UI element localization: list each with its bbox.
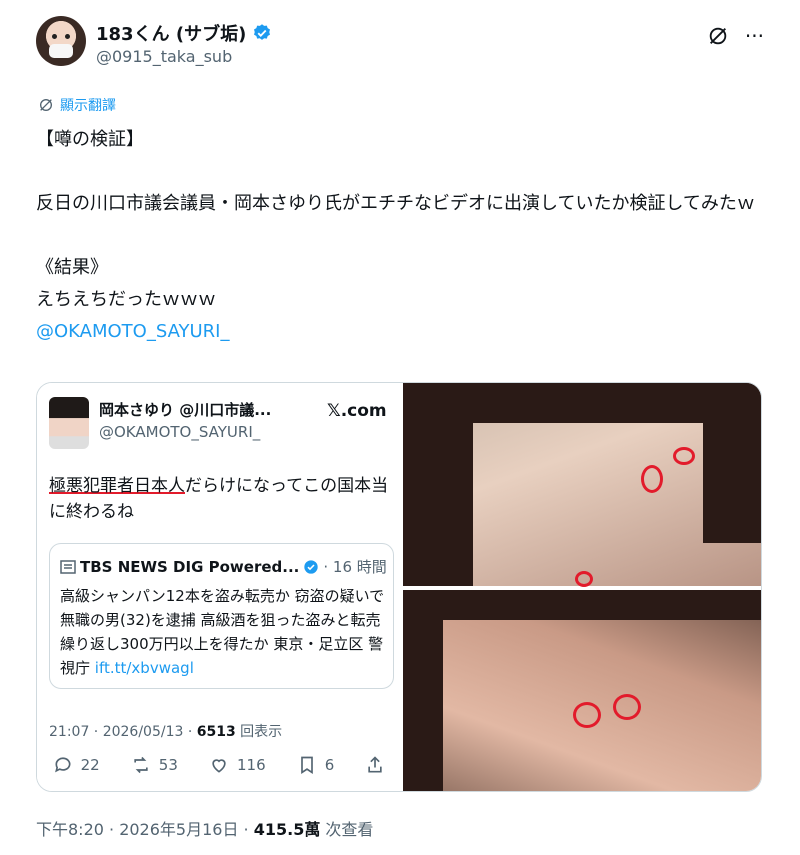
avatar-eye: [52, 34, 57, 39]
red-circle-mark: [613, 694, 641, 720]
nested-quote-card: TBS NEWS DIG Powered... · 16 時間 高級シャンパン1…: [49, 543, 394, 689]
photo-hair: [403, 383, 473, 586]
header-actions: ···: [707, 24, 764, 48]
reply-count: 22: [80, 756, 100, 774]
nested-link: ift.tt/xbvwagl: [94, 659, 194, 677]
repost-icon: [134, 756, 148, 774]
quote-actions: 22 53 116 6: [37, 755, 401, 775]
quote-meta: 21:07 · 2026/05/13 · 6513 回表示: [49, 721, 282, 741]
translate-link[interactable]: 顯示翻譯: [38, 95, 116, 115]
tweet-line: 《結果》: [36, 257, 108, 278]
tweet-line: えちえちだったｗｗｗ: [36, 289, 216, 310]
translate-icon: [40, 99, 52, 111]
post-timestamp[interactable]: 下午8:20 · 2026年5月16日 ·: [36, 820, 254, 839]
quote-display-name: 岡本さゆり @川口市議...: [99, 401, 272, 419]
quote-source: 𝕏.com: [327, 401, 387, 421]
quote-like: 116: [209, 755, 266, 775]
grok-icon[interactable]: [707, 25, 729, 47]
photo-hair: [403, 590, 761, 620]
repost-count: 53: [158, 756, 178, 774]
like-count: 116: [237, 756, 266, 774]
mention-link[interactable]: @OKAMOTO_SAYURI_: [36, 321, 230, 342]
nested-name: TBS NEWS DIG Powered...: [80, 557, 300, 576]
bookmark-icon: [300, 756, 313, 775]
avatar-mask: [49, 44, 73, 58]
quote-text: 極悪犯罪者日本人だらけになってこの国本当に終わるね: [49, 473, 394, 525]
quote-bookmark: 6: [297, 755, 335, 775]
verified-badge-icon: [254, 24, 271, 40]
quote-avatar: [49, 397, 89, 449]
tweet-line: 反日の川口市議会議員・岡本さゆり氏がエチチなビデオに出演していたか検証してみたｗ: [36, 193, 755, 214]
name-row: 183くん (サブ垢): [96, 20, 272, 46]
red-circle-mark: [641, 465, 663, 493]
tweet-footer: 下午8:20 · 2026年5月16日 · 415.5萬 次查看: [36, 816, 373, 840]
photo-hair: [703, 383, 761, 543]
quote-share: [365, 755, 385, 775]
reply-icon: [54, 757, 71, 773]
avatar[interactable]: [36, 16, 86, 66]
red-circle-mark: [575, 571, 593, 587]
translate-label: 顯示翻譯: [60, 98, 116, 114]
media-container[interactable]: 岡本さゆり @川口市議... @OKAMOTO_SAYURI_ 𝕏.com 極悪…: [36, 382, 762, 792]
nested-text: 高級シャンパン12本を盗み転売か 窃盗の疑いで無職の男(32)を逮捕 高級酒を狙…: [60, 584, 385, 680]
quoted-tweet-image[interactable]: 岡本さゆり @川口市議... @OKAMOTO_SAYURI_ 𝕏.com 極悪…: [37, 383, 401, 791]
bookmark-count: 6: [324, 756, 335, 774]
tweet-body: 【噂の検証】 反日の川口市議会議員・岡本さゆり氏がエチチなビデオに出演していたか…: [36, 124, 766, 348]
tweet-line: 【噂の検証】: [36, 129, 144, 150]
user-handle[interactable]: @0915_taka_sub: [96, 47, 232, 66]
quote-handle: @OKAMOTO_SAYURI_: [99, 423, 261, 441]
view-count-label: 次查看: [320, 820, 374, 839]
face-photo-bottom[interactable]: [403, 590, 761, 791]
red-circle-mark: [573, 702, 601, 728]
quote-repost: 53: [131, 755, 178, 775]
more-options-icon[interactable]: ···: [745, 24, 764, 48]
red-circle-mark: [673, 447, 695, 465]
quote-meta-time: 21:07 · 2026/05/13 ·: [49, 724, 197, 740]
tweet-header: 183くん (サブ垢) @0915_taka_sub ···: [36, 16, 764, 76]
share-icon: [368, 756, 383, 773]
face-photo-top[interactable]: [403, 383, 761, 587]
avatar-eye: [65, 34, 70, 39]
heart-icon: [212, 759, 226, 773]
quote-text-underlined: 極悪犯罪者日本人: [49, 476, 185, 496]
quote-reply: 22: [53, 755, 100, 775]
photo-hair: [403, 590, 443, 791]
nested-time: · 16 時間: [323, 558, 387, 576]
display-name[interactable]: 183くん (サブ垢): [96, 20, 246, 46]
verified-badge-icon: [304, 559, 319, 574]
quote-meta-views-label: 回表示: [235, 724, 283, 740]
view-count: 415.5萬: [253, 820, 321, 839]
nested-header: TBS NEWS DIG Powered... · 16 時間: [60, 556, 387, 577]
newspaper-icon: [60, 559, 76, 574]
quote-meta-views: 6513: [196, 724, 236, 740]
